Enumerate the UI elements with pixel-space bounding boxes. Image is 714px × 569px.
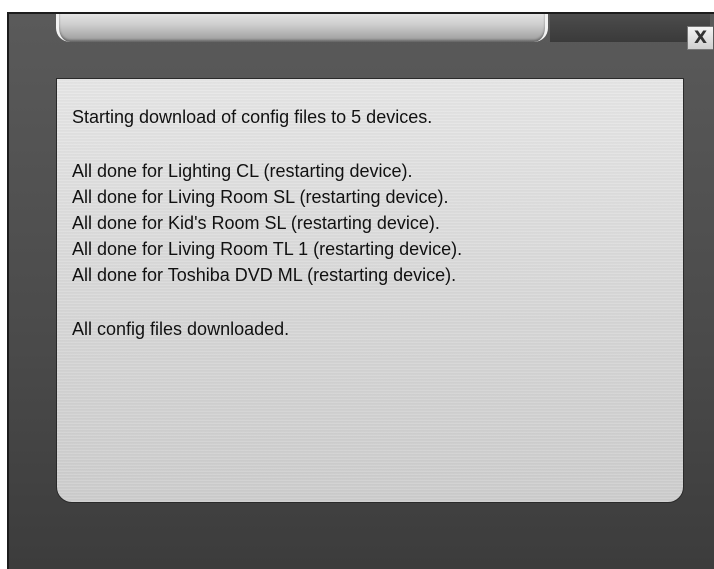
dialog-frame: X Starting download of config files to 5… — [7, 12, 714, 569]
log-spacer — [72, 130, 462, 158]
log-spacer — [72, 288, 462, 316]
title-bar-right — [550, 14, 710, 42]
log-list: Starting download of config files to 5 d… — [72, 104, 462, 342]
log-line-device: All done for Living Room SL (restarting … — [72, 187, 449, 207]
log-line-device: All done for Toshiba DVD ML (restarting … — [72, 265, 457, 285]
log-line-start: Starting download of config files to 5 d… — [72, 107, 433, 127]
log-line-end: All config files downloaded. — [72, 319, 290, 339]
log-line-device: All done for Living Room TL 1 (restartin… — [72, 239, 463, 259]
log-line-device: All done for Kid's Room SL (restarting d… — [72, 213, 440, 233]
close-button[interactable]: X — [687, 26, 713, 50]
log-line-device: All done for Lighting CL (restarting dev… — [72, 161, 413, 181]
message-panel: Starting download of config files to 5 d… — [56, 78, 684, 503]
title-tab — [56, 14, 548, 42]
close-icon: X — [693, 28, 708, 48]
